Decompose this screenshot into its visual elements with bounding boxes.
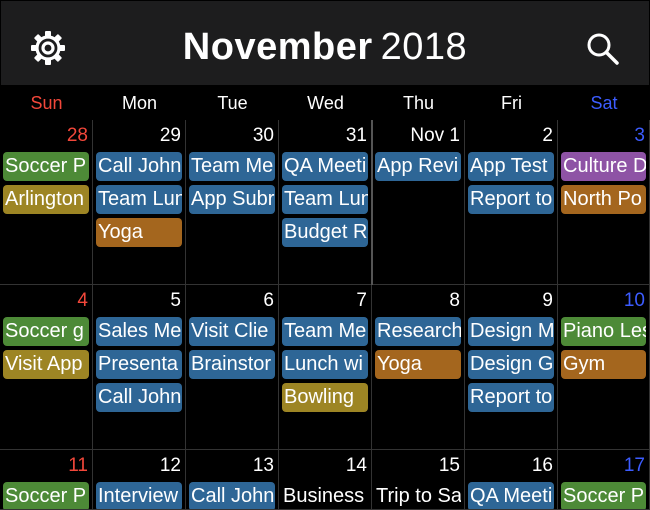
day-cell[interactable]: 3 Culture D North Po bbox=[558, 120, 650, 285]
day-number: 9 bbox=[542, 290, 553, 311]
event-chip[interactable]: Design G bbox=[468, 350, 554, 379]
day-cell[interactable]: 15 Trip to Sa bbox=[372, 450, 465, 510]
day-number: Nov 1 bbox=[410, 125, 460, 146]
event-chip[interactable]: Trip to Sa bbox=[375, 482, 461, 509]
event-chip[interactable]: App Subr bbox=[189, 185, 275, 214]
event-chip[interactable]: QA Meeti bbox=[468, 482, 554, 509]
event-chip[interactable]: Soccer g bbox=[3, 317, 89, 346]
event-chip[interactable]: Design M bbox=[468, 317, 554, 346]
day-cell[interactable]: 14 Business bbox=[279, 450, 372, 510]
day-cell[interactable]: 12 Interview bbox=[93, 450, 186, 510]
day-number: 7 bbox=[356, 290, 367, 311]
month-label: November bbox=[182, 26, 373, 68]
day-cell[interactable]: 11 Soccer P bbox=[0, 450, 93, 510]
day-number: 2 bbox=[542, 125, 553, 146]
day-number: 15 bbox=[438, 455, 460, 476]
weekday-tue: Tue bbox=[217, 93, 248, 113]
event-chip[interactable]: Business bbox=[282, 482, 368, 509]
event-chip[interactable]: QA Meeti bbox=[282, 152, 368, 181]
day-cell[interactable]: 28 Soccer P Arlington bbox=[0, 120, 93, 285]
selection-divider bbox=[371, 120, 373, 285]
event-chip[interactable]: Call John bbox=[189, 482, 275, 509]
day-number: 17 bbox=[623, 455, 645, 476]
event-chip[interactable]: Budget R bbox=[282, 218, 368, 247]
event-chip[interactable]: Soccer P bbox=[561, 482, 646, 509]
day-number: 8 bbox=[449, 290, 460, 311]
event-chip[interactable]: Soccer P bbox=[3, 482, 89, 509]
event-chip[interactable]: Visit Clie bbox=[189, 317, 275, 346]
event-chip[interactable]: Sales Me bbox=[96, 317, 182, 346]
day-number: 6 bbox=[263, 290, 274, 311]
event-chip[interactable]: Brainstor bbox=[189, 350, 275, 379]
month-title[interactable]: November 2018 bbox=[1, 23, 649, 71]
event-chip[interactable]: Yoga bbox=[96, 218, 182, 247]
month-grid: 28 Soccer P Arlington 29 Call John Team Lun Yo… bbox=[0, 120, 650, 510]
weekday-sun: Sun bbox=[30, 93, 63, 113]
day-cell[interactable]: Nov 1 App Revi bbox=[372, 120, 465, 285]
day-cell[interactable]: 31 QA Meeti Team Lun Budget R bbox=[279, 120, 372, 285]
day-cell[interactable]: 9 Design M Design G Report to bbox=[465, 285, 558, 450]
day-cell[interactable]: 6 Visit Clie Brainstor bbox=[186, 285, 279, 450]
event-chip[interactable]: Report to bbox=[468, 383, 554, 412]
day-number: 13 bbox=[252, 455, 274, 476]
event-chip[interactable]: Visit App bbox=[3, 350, 89, 379]
day-cell[interactable]: 17 Soccer P bbox=[558, 450, 650, 510]
event-chip[interactable]: Call John bbox=[96, 152, 182, 181]
calendar-header: November 2018 bbox=[0, 0, 650, 86]
day-number: 14 bbox=[345, 455, 367, 476]
event-chip[interactable]: Gym bbox=[561, 350, 646, 379]
day-number: 4 bbox=[77, 290, 88, 311]
day-cell[interactable]: 4 Soccer g Visit App bbox=[0, 285, 93, 450]
day-number: 11 bbox=[68, 455, 88, 476]
day-number: 30 bbox=[252, 125, 274, 146]
day-cell[interactable]: 5 Sales Me Presenta Call John bbox=[93, 285, 186, 450]
event-chip[interactable]: North Po bbox=[561, 185, 646, 214]
event-chip[interactable]: Research bbox=[375, 317, 461, 346]
event-chip[interactable]: Report to bbox=[468, 185, 554, 214]
day-number: 16 bbox=[531, 455, 553, 476]
day-number: 10 bbox=[623, 290, 645, 311]
event-chip[interactable]: Team Me bbox=[189, 152, 275, 181]
event-chip[interactable]: Yoga bbox=[375, 350, 461, 379]
day-number: 12 bbox=[159, 455, 181, 476]
day-cell[interactable]: 8 Research Yoga bbox=[372, 285, 465, 450]
weekday-wed: Wed bbox=[307, 93, 344, 113]
weekday-fri: Fri bbox=[501, 93, 522, 113]
event-chip[interactable]: Call John bbox=[96, 383, 182, 412]
day-number: 28 bbox=[66, 125, 88, 146]
event-chip[interactable]: Soccer P bbox=[3, 152, 89, 181]
weekday-thu: Thu bbox=[402, 93, 435, 113]
day-number: 3 bbox=[634, 125, 645, 146]
day-cell[interactable]: 10 Piano Les Gym bbox=[558, 285, 650, 450]
event-chip[interactable]: Interview bbox=[96, 482, 182, 509]
event-chip[interactable]: Lunch wi bbox=[282, 350, 368, 379]
event-chip[interactable]: Presenta bbox=[96, 350, 182, 379]
day-cell[interactable]: 30 Team Me App Subr bbox=[186, 120, 279, 285]
day-number: 29 bbox=[159, 125, 181, 146]
event-chip[interactable]: App Test bbox=[468, 152, 554, 181]
weekday-sat: Sat bbox=[590, 93, 618, 113]
event-chip[interactable]: Culture D bbox=[561, 152, 646, 181]
day-number: 5 bbox=[170, 290, 181, 311]
day-cell[interactable]: 2 App Test Report to bbox=[465, 120, 558, 285]
event-chip[interactable]: Team Me bbox=[282, 317, 368, 346]
event-chip[interactable]: Arlington bbox=[3, 185, 89, 214]
day-cell[interactable]: 7 Team Me Lunch wi Bowling bbox=[279, 285, 372, 450]
day-cell[interactable]: 29 Call John Team Lun Yoga bbox=[93, 120, 186, 285]
weekday-mon: Mon bbox=[121, 93, 157, 113]
event-chip[interactable]: Piano Les bbox=[561, 317, 646, 346]
day-cell[interactable]: 16 QA Meeti bbox=[465, 450, 558, 510]
event-chip[interactable]: Team Lun bbox=[282, 185, 368, 214]
event-chip[interactable]: Team Lun bbox=[96, 185, 182, 214]
event-chip[interactable]: App Revi bbox=[375, 152, 461, 181]
day-cell[interactable]: 13 Call John bbox=[186, 450, 279, 510]
event-chip[interactable]: Bowling bbox=[282, 383, 368, 412]
search-icon[interactable] bbox=[585, 31, 621, 67]
year-label: 2018 bbox=[380, 26, 468, 68]
weekday-header: Sun Mon Tue Wed Thu Fri Sat bbox=[0, 86, 650, 120]
day-number: 31 bbox=[345, 125, 367, 146]
